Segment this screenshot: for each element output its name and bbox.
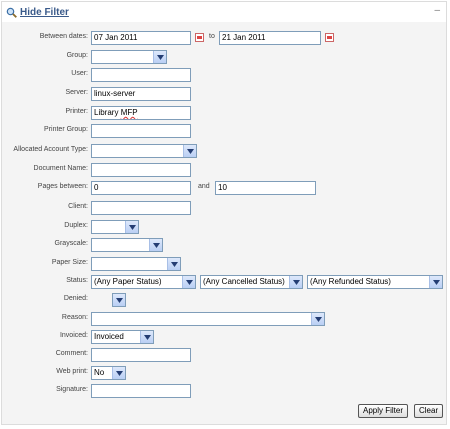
web-print-select[interactable]: No xyxy=(91,366,126,380)
row-reason: Reason: xyxy=(2,312,446,326)
denied-label: Denied: xyxy=(63,295,88,302)
printer-value-spell: MFP xyxy=(120,108,138,117)
printer-label: Printer: xyxy=(65,108,88,115)
printer-value-prefix: Library xyxy=(94,108,121,117)
row-grayscale: Grayscale: xyxy=(2,238,446,252)
chevron-down-icon xyxy=(149,239,162,251)
row-printer-group: Printer Group: xyxy=(2,124,446,138)
paper-size-select[interactable] xyxy=(91,257,181,271)
collapse-icon[interactable]: – xyxy=(434,5,440,16)
cancelled-status-select[interactable]: (Any Cancelled Status) xyxy=(200,275,303,289)
chevron-down-icon xyxy=(153,51,166,63)
row-signature: Signature: xyxy=(2,384,446,398)
filter-panel: Hide Filter – Between dates: 07 Jan 2011… xyxy=(1,1,447,425)
pages-to-input[interactable]: 10 xyxy=(215,181,316,195)
printer-group-input[interactable] xyxy=(91,124,191,138)
server-input[interactable]: linux-server xyxy=(91,87,191,101)
row-dates: Between dates: 07 Jan 2011 to 21 Jan 201… xyxy=(2,31,446,45)
pages-from-input[interactable]: 0 xyxy=(91,181,191,195)
web-print-label: Web print: xyxy=(56,368,88,375)
signature-input[interactable] xyxy=(91,384,191,398)
chevron-down-icon xyxy=(311,313,324,325)
chevron-down-icon xyxy=(113,294,125,306)
refunded-status-select[interactable]: (Any Refunded Status) xyxy=(307,275,443,289)
chevron-down-icon xyxy=(112,367,125,379)
row-server: Server: linux-server xyxy=(2,87,446,101)
row-group: Group: xyxy=(2,50,446,64)
row-denied: Denied: xyxy=(2,293,446,307)
signature-label: Signature: xyxy=(56,386,88,393)
row-pages: Pages between: 0 and 10 xyxy=(2,181,446,195)
row-buttons: Apply Filter Clear xyxy=(2,404,446,418)
row-comment: Comment: xyxy=(2,348,446,362)
paper-status-select[interactable]: (Any Paper Status) xyxy=(91,275,196,289)
calendar-icon[interactable] xyxy=(325,33,334,42)
magnifier-icon xyxy=(6,7,17,18)
allocated-account-type-label: Allocated Account Type: xyxy=(13,146,88,153)
refunded-status-value: (Any Refunded Status) xyxy=(310,277,391,286)
invoiced-label: Invoiced: xyxy=(59,332,88,339)
reason-label: Reason: xyxy=(61,314,88,321)
row-allocated-account-type: Allocated Account Type: xyxy=(2,144,446,158)
calendar-icon[interactable] xyxy=(195,33,204,42)
row-paper-size: Paper Size: xyxy=(2,257,446,271)
paper-size-label: Paper Size: xyxy=(51,259,88,266)
comment-input[interactable] xyxy=(91,348,191,362)
date-from-input[interactable]: 07 Jan 2011 xyxy=(91,31,191,45)
server-label: Server: xyxy=(65,89,88,96)
invoiced-value: Invoiced xyxy=(94,332,124,341)
row-user: User: xyxy=(2,68,446,82)
group-label: Group: xyxy=(66,52,88,59)
chevron-down-icon xyxy=(289,276,302,288)
client-label: Client: xyxy=(68,203,88,210)
row-invoiced: Invoiced: Invoiced xyxy=(2,330,446,344)
user-label: User: xyxy=(71,70,88,77)
user-input[interactable] xyxy=(91,68,191,82)
row-web-print: Web print: No xyxy=(2,366,446,380)
apply-filter-button[interactable]: Apply Filter xyxy=(358,404,409,418)
printer-input[interactable]: Library MFP xyxy=(91,106,191,120)
comment-label: Comment: xyxy=(55,350,88,357)
row-printer: Printer: Library MFP xyxy=(2,106,446,120)
web-print-value: No xyxy=(94,368,105,377)
grayscale-select[interactable] xyxy=(91,238,163,252)
row-document-name: Document Name: xyxy=(2,163,446,177)
hide-filter-label: Hide Filter xyxy=(20,7,69,18)
document-name-input[interactable] xyxy=(91,163,191,177)
status-label: Status: xyxy=(66,277,88,284)
hide-filter-link[interactable]: Hide Filter xyxy=(6,7,69,18)
chevron-down-icon xyxy=(140,331,153,343)
pages-label: Pages between: xyxy=(37,183,88,190)
pages-and-label: and xyxy=(198,183,210,190)
dates-to-label: to xyxy=(209,33,215,40)
chevron-down-icon xyxy=(125,221,138,233)
clear-button[interactable]: Clear xyxy=(414,404,444,418)
dates-label: Between dates: xyxy=(39,33,88,40)
paper-status-value: (Any Paper Status) xyxy=(94,277,162,286)
reason-select[interactable] xyxy=(91,312,325,326)
chevron-down-icon xyxy=(167,258,180,270)
date-to-input[interactable]: 21 Jan 2011 xyxy=(219,31,321,45)
row-duplex: Duplex: xyxy=(2,220,446,234)
duplex-label: Duplex: xyxy=(64,222,88,229)
row-status: Status: (Any Paper Status) (Any Cancelle… xyxy=(2,275,446,289)
chevron-down-icon xyxy=(429,276,442,288)
cancelled-status-value: (Any Cancelled Status) xyxy=(203,277,285,286)
allocated-account-type-select[interactable] xyxy=(91,144,197,158)
chevron-down-icon xyxy=(182,276,195,288)
duplex-select[interactable] xyxy=(91,220,139,234)
invoiced-select[interactable]: Invoiced xyxy=(91,330,154,344)
client-input[interactable] xyxy=(91,201,191,215)
group-select[interactable] xyxy=(91,50,167,64)
row-client: Client: xyxy=(2,201,446,215)
document-name-label: Document Name: xyxy=(33,165,88,172)
printer-group-label: Printer Group: xyxy=(44,126,88,133)
filter-header: Hide Filter – xyxy=(2,2,446,22)
denied-select[interactable] xyxy=(112,293,126,307)
grayscale-label: Grayscale: xyxy=(54,240,88,247)
chevron-down-icon xyxy=(183,145,196,157)
